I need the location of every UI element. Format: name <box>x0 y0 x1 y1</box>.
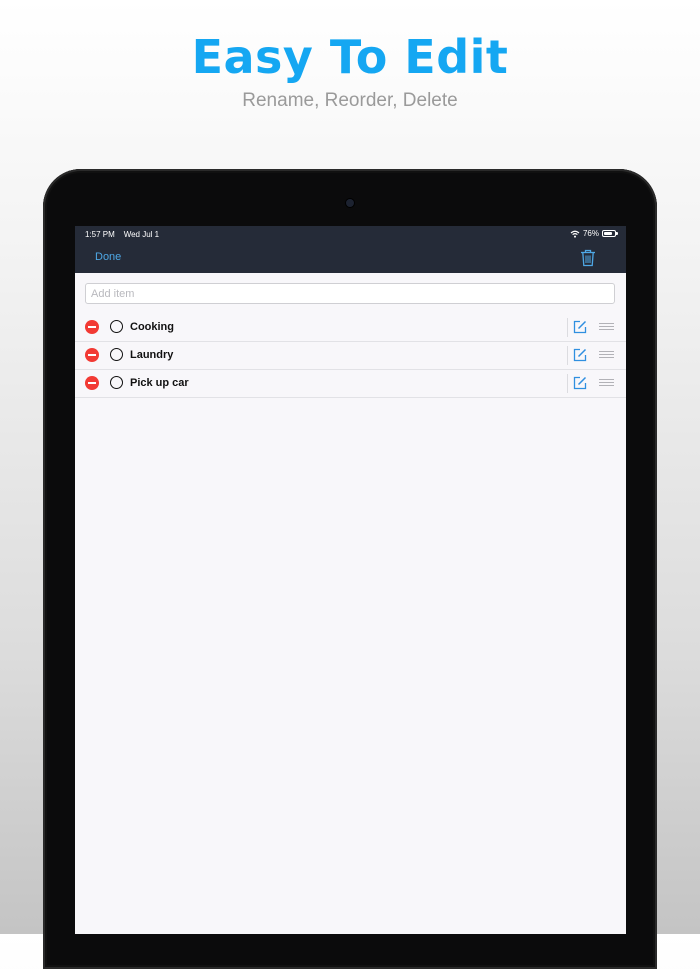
add-item-input[interactable] <box>85 283 615 304</box>
todo-list: Cooking Laundry Pick up car <box>75 314 626 398</box>
done-button[interactable]: Done <box>95 251 121 263</box>
checkbox-circle[interactable] <box>110 348 123 361</box>
row-divider <box>567 318 568 337</box>
status-bar-indicators: 76% <box>570 229 618 238</box>
edit-icon[interactable] <box>573 348 587 362</box>
row-divider <box>567 374 568 393</box>
delete-button[interactable] <box>85 376 99 390</box>
wifi-icon <box>570 230 580 238</box>
navigation-bar: 1:57 PM Wed Jul 1 76% Done <box>75 226 626 273</box>
battery-level <box>604 232 612 235</box>
edit-icon[interactable] <box>573 376 587 390</box>
list-item: Cooking <box>75 314 626 342</box>
checkbox-circle[interactable] <box>110 320 123 333</box>
status-bar-time: 1:57 PM Wed Jul 1 <box>85 230 159 239</box>
edit-icon[interactable] <box>573 320 587 334</box>
app-screen: 1:57 PM Wed Jul 1 76% Done Cooking <box>75 226 626 934</box>
trash-icon[interactable] <box>580 249 596 267</box>
delete-button[interactable] <box>85 320 99 334</box>
delete-button[interactable] <box>85 348 99 362</box>
row-divider <box>567 346 568 365</box>
item-label: Pick up car <box>130 377 189 389</box>
checkbox-circle[interactable] <box>110 376 123 389</box>
battery-icon <box>602 230 618 237</box>
status-date: Wed Jul 1 <box>123 230 160 239</box>
status-time: 1:57 PM <box>85 230 115 239</box>
battery-percent: 76% <box>582 229 599 238</box>
camera-icon <box>346 199 354 207</box>
item-label: Cooking <box>130 321 174 333</box>
list-item: Laundry <box>75 342 626 370</box>
reorder-handle-icon[interactable] <box>599 379 614 387</box>
promo-subtitle: Rename, Reorder, Delete <box>242 90 458 111</box>
list-item: Pick up car <box>75 370 626 398</box>
reorder-handle-icon[interactable] <box>599 351 614 359</box>
promo-title: Easy To Edit <box>191 30 509 84</box>
reorder-handle-icon[interactable] <box>599 323 614 331</box>
item-label: Laundry <box>130 349 174 361</box>
